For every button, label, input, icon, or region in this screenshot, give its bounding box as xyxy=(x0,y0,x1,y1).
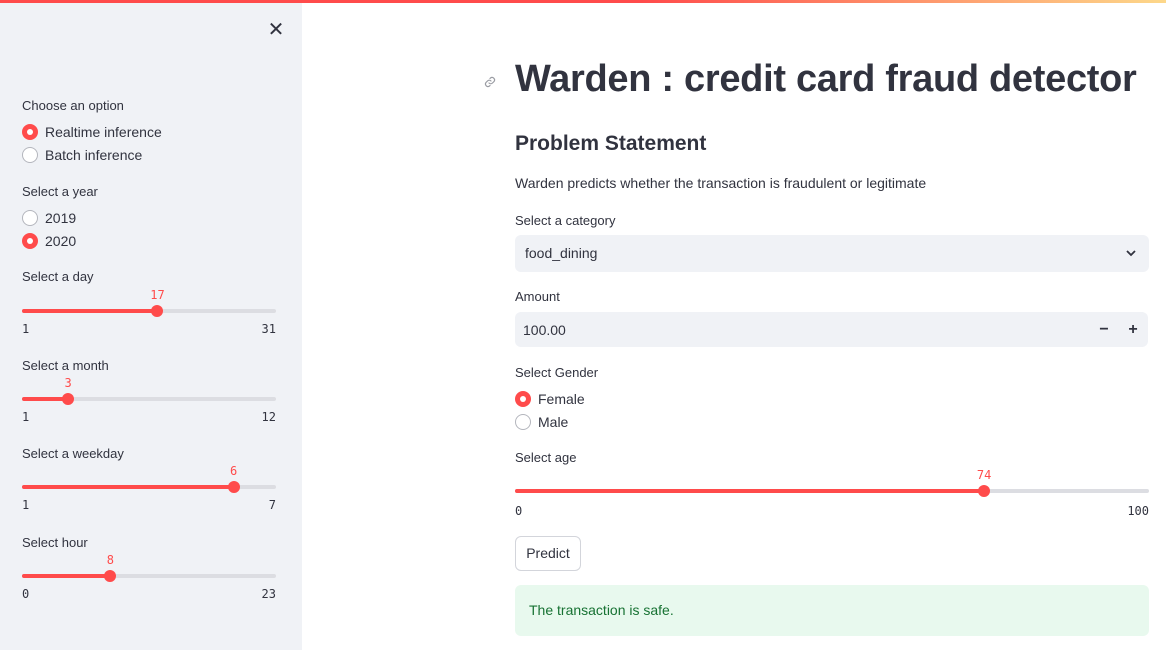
slider-min: 1 xyxy=(22,498,30,512)
radio-realtime-inference[interactable]: Realtime inference xyxy=(22,123,162,141)
section-heading: Problem Statement xyxy=(515,132,707,155)
slider-min: 0 xyxy=(515,504,523,518)
slider-max: 23 xyxy=(261,587,276,601)
slider-fill xyxy=(22,309,158,313)
radio-batch-inference[interactable]: Batch inference xyxy=(22,146,142,164)
slider-fill xyxy=(515,489,985,493)
link-icon[interactable] xyxy=(484,76,496,88)
slider-max: 7 xyxy=(268,498,276,512)
slider-fill xyxy=(22,485,234,489)
slider-max: 12 xyxy=(261,410,276,424)
category-label: Select a category xyxy=(515,213,616,228)
slider-thumb[interactable] xyxy=(62,393,75,405)
amount-stepper: − + xyxy=(515,312,1148,347)
day-label: Select a day xyxy=(22,269,94,284)
radio-label: Female xyxy=(538,391,585,407)
description-text: Warden predicts whether the transaction … xyxy=(515,175,927,191)
gender-label: Select Gender xyxy=(515,365,599,380)
slider-min: 1 xyxy=(22,410,30,424)
predict-button[interactable]: Predict xyxy=(515,536,581,571)
radio-unselected-icon xyxy=(515,414,531,430)
radio-year-2020[interactable]: 2020 xyxy=(22,232,76,250)
close-icon[interactable]: ✕ xyxy=(264,18,288,42)
radio-selected-icon xyxy=(515,391,531,407)
slider-min: 1 xyxy=(22,322,30,336)
radio-selected-icon xyxy=(22,124,38,140)
slider-value: 74 xyxy=(976,468,992,482)
radio-unselected-icon xyxy=(22,147,38,163)
radio-label: Male xyxy=(538,414,569,430)
slider-max: 31 xyxy=(261,322,276,336)
slider-value: 3 xyxy=(64,376,72,390)
radio-female[interactable]: Female xyxy=(515,390,585,408)
month-label: Select a month xyxy=(22,358,109,373)
amount-input[interactable] xyxy=(523,312,1083,347)
radio-year-2019[interactable]: 2019 xyxy=(22,209,76,227)
radio-selected-icon xyxy=(22,233,38,249)
slider-fill xyxy=(22,574,111,578)
radio-label: 2019 xyxy=(45,210,77,226)
slider-thumb[interactable] xyxy=(227,481,240,493)
year-label: Select a year xyxy=(22,184,98,199)
radio-label: Batch inference xyxy=(45,147,143,163)
age-label: Select age xyxy=(515,450,577,465)
radio-unselected-icon xyxy=(22,210,38,226)
decrement-button[interactable]: − xyxy=(1090,312,1118,347)
slider-thumb[interactable] xyxy=(978,485,991,497)
option-label: Choose an option xyxy=(22,98,124,113)
slider-max: 100 xyxy=(1127,504,1149,518)
slider-thumb[interactable] xyxy=(104,570,117,582)
hour-label: Select hour xyxy=(22,535,88,550)
chevron-down-icon xyxy=(1125,235,1137,286)
radio-male[interactable]: Male xyxy=(515,413,568,431)
sidebar: ✕ Choose an option Realtime inference Ba… xyxy=(0,0,302,650)
radio-label: Realtime inference xyxy=(45,124,162,140)
radio-label: 2020 xyxy=(45,233,77,249)
top-decoration-bar xyxy=(0,0,1166,3)
amount-label: Amount xyxy=(515,289,560,304)
slider-value: 17 xyxy=(150,288,165,302)
category-select[interactable]: food_dining xyxy=(515,235,1149,272)
weekday-label: Select a weekday xyxy=(22,446,124,461)
category-value: food_dining xyxy=(525,245,598,261)
slider-thumb[interactable] xyxy=(151,305,164,317)
slider-min: 0 xyxy=(22,587,30,601)
slider-value: 6 xyxy=(230,464,238,478)
increment-button[interactable]: + xyxy=(1119,312,1147,347)
result-success-alert: The transaction is safe. xyxy=(515,585,1149,636)
page-title: Warden : credit card fraud detector xyxy=(515,58,1137,100)
slider-value: 8 xyxy=(106,553,114,567)
